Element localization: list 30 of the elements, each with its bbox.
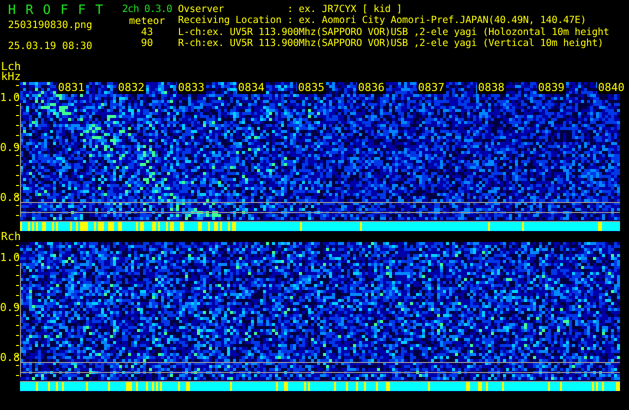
time-label: 0839 xyxy=(537,82,566,94)
unit-label: kHz xyxy=(1,72,21,82)
time-label: 0840 xyxy=(597,82,626,94)
file-name: 2503190830.png xyxy=(8,20,92,32)
frequency-label: 0.8 xyxy=(0,192,20,204)
time-label: 0837 xyxy=(417,82,446,94)
frequency-label: 0.8 xyxy=(0,352,20,364)
info-line: Receiving Location : ex. Aomori City Aomori-Pref.JAPAN(40.49N, 140.47E) xyxy=(178,15,586,27)
mode-label: meteor xyxy=(128,16,166,27)
time-label: 0838 xyxy=(477,82,506,94)
channel-label: Lch xyxy=(1,62,21,72)
time-label: 0832 xyxy=(117,82,146,94)
info-line: L-ch:ex. UV5R 113.900Mhz(SAPPORO VOR)USB ,2-ele yagi (Holozontal 10m height xyxy=(178,26,610,38)
info-line: Ovserver : ex. JR7CYX [ kid ] xyxy=(178,4,402,16)
frequency-label: 0.9 xyxy=(0,302,20,314)
frequency-label: 1.0 xyxy=(0,92,20,104)
count-value: 90 xyxy=(140,38,154,49)
date-time: 25.03.19 08:30 xyxy=(8,41,92,53)
frequency-label: 1.0 xyxy=(0,252,20,264)
info-line: R-ch:ex. UV5R 113.900Mhz(SAPPORO VOR)USB ,2-ele yagi (Vertical 10m height) xyxy=(178,38,604,50)
time-label: 0835 xyxy=(297,82,326,94)
time-label: 0836 xyxy=(357,82,386,94)
app-title: H R O F F T xyxy=(8,4,104,18)
frequency-label: 0.9 xyxy=(0,142,20,154)
count-value: 43 xyxy=(140,27,154,38)
time-label: 0833 xyxy=(177,82,206,94)
version-label: 2ch 0.3.0 xyxy=(122,4,172,16)
channel-label: Rch xyxy=(1,232,21,242)
time-label: 0834 xyxy=(237,82,266,94)
time-label: 0831 xyxy=(57,82,86,94)
